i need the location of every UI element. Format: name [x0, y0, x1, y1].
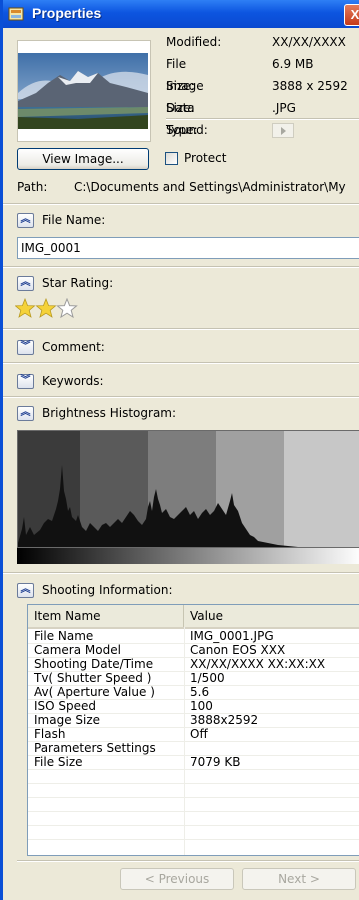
- table-row[interactable]: Image Size 3888x2592: [28, 713, 359, 728]
- cell-item: Image Size: [34, 713, 101, 727]
- file-name-header: File Name:: [42, 213, 106, 227]
- cell-item: Flash: [34, 727, 66, 741]
- cell-item: Shooting Date/Time: [34, 657, 154, 671]
- table-row[interactable]: [28, 797, 359, 812]
- shooting-info-header: Shooting Information:: [42, 583, 173, 597]
- table-row[interactable]: Shooting Date/Time XX/XX/XXXX XX:XX:XX: [28, 657, 359, 672]
- star-icon: [15, 298, 36, 318]
- protect-checkbox[interactable]: [165, 152, 178, 165]
- file-size-value: 6.9 MB: [272, 57, 314, 71]
- file-name-input[interactable]: IMG_0001: [17, 237, 359, 259]
- table-row[interactable]: [28, 825, 359, 840]
- close-button[interactable]: X: [344, 4, 359, 26]
- table-row[interactable]: Camera Model Canon EOS XXX: [28, 643, 359, 658]
- star-empty-icon: [56, 298, 78, 319]
- collapse-shooting-info-button[interactable]: ︽: [17, 583, 34, 598]
- title-bar[interactable]: Properties X: [3, 0, 359, 28]
- cell-item: Av( Aperture Value ): [34, 685, 155, 699]
- collapse-file-name-button[interactable]: ︽: [17, 213, 34, 228]
- table-row[interactable]: Tv( Shutter Speed ) 1/500: [28, 671, 359, 686]
- table-row[interactable]: [28, 783, 359, 798]
- cell-item: Tv( Shutter Speed ): [34, 671, 152, 685]
- cell-value: Canon EOS XXX: [190, 643, 286, 657]
- column-header-value[interactable]: Value: [184, 605, 359, 627]
- table-row[interactable]: File Name IMG_0001.JPG: [28, 629, 359, 644]
- divider: [3, 362, 359, 364]
- data-type-value: .JPG: [272, 101, 296, 115]
- path-value: C:\Documents and Settings\Administrator\…: [74, 180, 346, 194]
- star-rating-header: Star Rating:: [42, 276, 114, 290]
- image-size-value: 3888 x 2592: [272, 79, 348, 93]
- cell-value: 1/500: [190, 671, 225, 685]
- keywords-header: Keywords:: [42, 374, 104, 388]
- expand-keywords-button[interactable]: ︾: [17, 374, 34, 389]
- cell-value: 5.6: [190, 685, 210, 699]
- divider: [3, 572, 359, 574]
- cell-value: 100: [190, 699, 213, 713]
- landscape-image: [18, 53, 148, 129]
- divider: [166, 118, 359, 120]
- divider: [3, 203, 359, 205]
- image-thumbnail: [17, 40, 151, 142]
- properties-window: Properties X Modified: XX/XX/XXXX File S…: [0, 0, 359, 900]
- protect-label: Protect: [184, 151, 227, 165]
- next-button[interactable]: Next >: [242, 868, 356, 890]
- table-row[interactable]: [28, 769, 359, 784]
- cell-item: File Size: [34, 755, 83, 769]
- previous-button[interactable]: < Previous: [120, 868, 234, 890]
- divider: [17, 860, 359, 862]
- expand-comment-button[interactable]: ︾: [17, 340, 34, 355]
- cell-item: Camera Model: [34, 643, 121, 657]
- cell-item: Parameters Settings: [34, 741, 156, 755]
- divider: [3, 396, 359, 398]
- cell-value: 7079 KB: [190, 755, 241, 769]
- cell-item: ISO Speed: [34, 699, 97, 713]
- table-row[interactable]: Parameters Settings: [28, 741, 359, 756]
- table-row[interactable]: File Size 7079 KB: [28, 755, 359, 770]
- cell-value: Off: [190, 727, 208, 741]
- collapse-star-rating-button[interactable]: ︽: [17, 276, 34, 291]
- histogram-graph: [18, 431, 359, 547]
- play-sound-button[interactable]: [272, 123, 294, 138]
- table-header: Item Name Value: [28, 605, 359, 629]
- column-header-item-name[interactable]: Item Name: [28, 605, 184, 627]
- path-label: Path:: [17, 180, 48, 194]
- sound-label: Sound:: [166, 123, 208, 137]
- table-row[interactable]: Av( Aperture Value ) 5.6: [28, 685, 359, 700]
- modified-label: Modified:: [166, 35, 222, 49]
- cell-item: File Name: [34, 629, 94, 643]
- brightness-scale-bar: [17, 548, 359, 564]
- modified-value: XX/XX/XXXX: [272, 35, 346, 49]
- table-row[interactable]: ISO Speed 100: [28, 699, 359, 714]
- cell-value: IMG_0001.JPG: [190, 629, 274, 643]
- view-image-button[interactable]: View Image...: [17, 148, 149, 170]
- properties-icon: [8, 7, 24, 21]
- histogram-header: Brightness Histogram:: [42, 406, 177, 420]
- star-icon: [35, 298, 57, 318]
- brightness-histogram: [17, 430, 359, 548]
- divider: [3, 328, 359, 330]
- cell-value: XX/XX/XXXX XX:XX:XX: [190, 657, 326, 671]
- comment-header: Comment:: [42, 340, 105, 354]
- table-row[interactable]: Flash Off: [28, 727, 359, 742]
- star-rating[interactable]: [15, 298, 85, 320]
- divider: [3, 266, 359, 268]
- window-title: Properties: [32, 5, 102, 21]
- collapse-histogram-button[interactable]: ︽: [17, 406, 34, 421]
- cell-value: 3888x2592: [190, 713, 259, 727]
- table-row[interactable]: [28, 811, 359, 826]
- shooting-info-table[interactable]: Item Name Value File Name IMG_0001.JPG Ca…: [27, 604, 359, 856]
